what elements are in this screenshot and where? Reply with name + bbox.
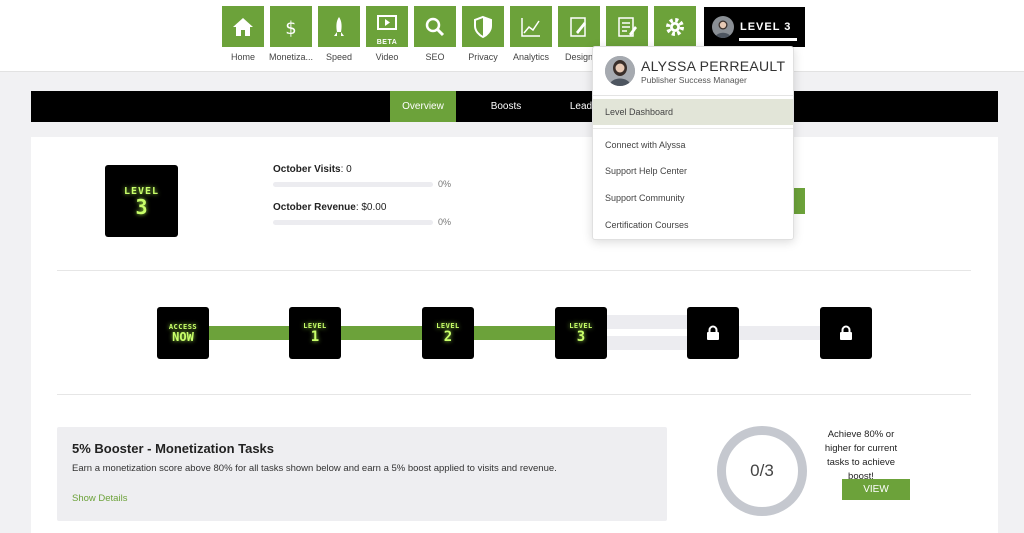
visits-value: : 0 [340,164,352,175]
nav-home[interactable]: Home [222,6,264,62]
booster-score: 0/3 [750,461,774,480]
magnifier-icon [414,6,456,47]
menu-item-community[interactable]: Support Community [593,185,793,211]
booster-score-ring: 0/3 [717,426,807,516]
step-value: NOW [172,329,194,344]
nav-privacy[interactable]: Privacy [462,6,504,62]
document-edit-icon [606,6,648,47]
step-locked-4[interactable] [687,307,739,359]
booster-title: 5% Booster - Monetization Tasks [72,441,275,456]
nav-seo[interactable]: SEO [414,6,456,62]
account-dropdown: ALYSSA PERREAULT Publisher Success Manag… [592,46,794,240]
lock-icon [840,325,852,340]
step-level-1[interactable]: LEVEL 1 [289,307,341,359]
level-progress-bar [739,38,797,41]
dollar-icon: $ [270,6,312,47]
nav-settings[interactable] [654,6,696,47]
booster-note: Achieve 80% or higher for current tasks … [824,429,898,482]
top-nav: Home $ Monetiza... Speed BETA Video SEO … [0,0,1024,72]
dashboard-card: LEVEL 3 October Visits: 0 0% October Rev… [31,137,998,533]
nav-analytics[interactable]: Analytics [510,6,552,62]
visits-progress-bar [273,182,433,187]
visits-percent: 0% [438,179,452,189]
revenue-percent: 0% [438,217,452,227]
home-icon [222,6,264,47]
revenue-label: October Revenue [273,202,356,213]
svg-text:$: $ [285,18,296,39]
level-badge-number: 3 [135,194,148,219]
avatar [605,56,635,86]
divider [57,270,971,271]
step-locked-5[interactable] [820,307,872,359]
manager-name: ALYSSA PERREAULT [641,57,786,74]
visits-stat: October Visits: 0 [273,164,352,175]
hidden-action-button-edge[interactable] [793,188,805,214]
nav-monetization[interactable]: $ Monetiza... [269,6,313,62]
shield-icon [462,6,504,47]
beta-badge: BETA [376,39,398,46]
show-details-link[interactable]: Show Details [72,493,127,504]
level-badge: LEVEL 3 [105,165,178,237]
booster-description: Earn a monetization score above 80% for … [72,463,557,474]
revenue-value: : $0.00 [355,202,387,213]
tab-boosts[interactable]: Boosts [476,91,536,122]
level-menu-button[interactable]: LEVEL 3 [704,7,805,47]
step-value: 3 [576,328,586,345]
design-pencil-icon [558,6,600,47]
menu-item-level-dashboard[interactable]: Level Dashboard [593,99,793,125]
step-value: 1 [310,328,320,345]
level-track-pending [607,315,687,329]
menu-separator [593,128,793,129]
dropdown-header: ALYSSA PERREAULT Publisher Success Manag… [593,47,793,96]
gear-icon [654,6,696,47]
visits-label: October Visits [273,164,341,175]
step-level-3[interactable]: LEVEL 3 [555,307,607,359]
level-track-pending [739,326,821,340]
sub-nav: Overview Boosts Lead [31,91,998,122]
video-icon: BETA [366,6,408,47]
booster-panel: 5% Booster - Monetization Tasks Earn a m… [57,427,667,521]
nav-speed[interactable]: Speed [318,6,360,62]
manager-info: ALYSSA PERREAULT Publisher Success Manag… [641,58,785,85]
lock-icon [707,325,719,340]
menu-item-certification[interactable]: Certification Courses [593,212,793,238]
chart-line-icon [510,6,552,47]
menu-item-help-center[interactable]: Support Help Center [593,158,793,184]
rocket-icon [318,6,360,47]
tab-overview[interactable]: Overview [390,91,456,122]
level-label: LEVEL 3 [740,21,792,33]
view-details-button[interactable]: VIEW DETAILS [842,479,910,516]
revenue-progress-bar [273,220,433,225]
nav-video[interactable]: BETA Video [366,6,408,62]
level-track-pending [607,336,687,350]
step-access-now[interactable]: ACCESS NOW [157,307,209,359]
divider [57,394,971,395]
level-track-complete [205,326,555,340]
step-value: 2 [443,328,453,345]
avatar [712,16,734,38]
manager-role: Publisher Success Manager [641,74,747,85]
step-level-2[interactable]: LEVEL 2 [422,307,474,359]
revenue-stat: October Revenue: $0.00 [273,202,386,213]
menu-item-connect[interactable]: Connect with Alyssa [593,132,793,158]
nav-document[interactable] [606,6,648,47]
